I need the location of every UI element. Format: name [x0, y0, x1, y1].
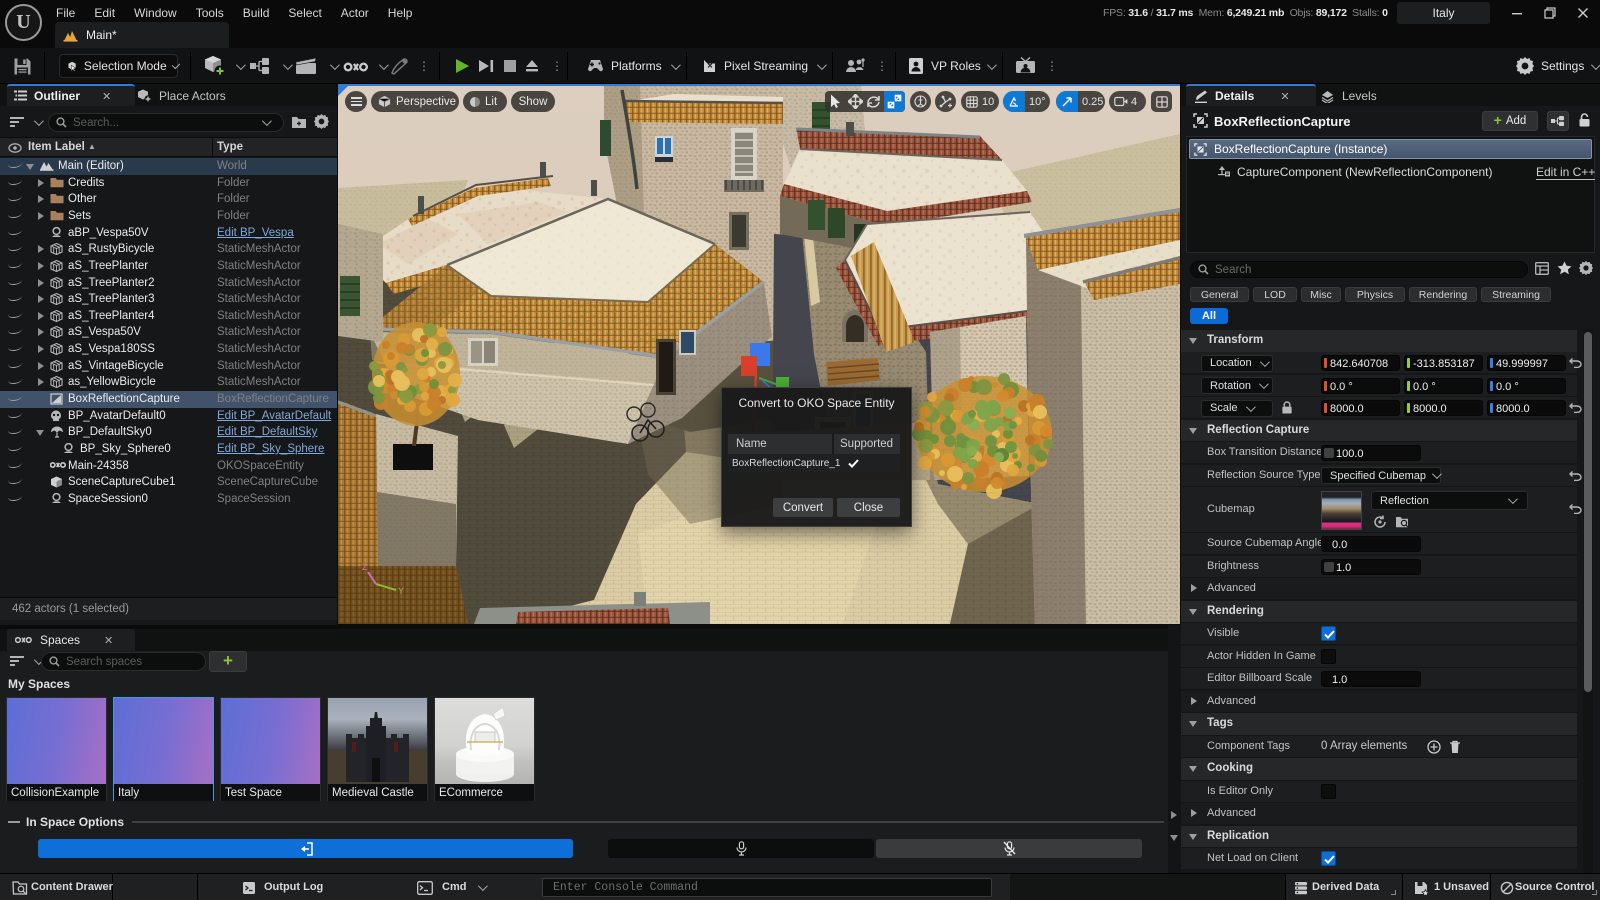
svg-text:Y: Y	[398, 586, 404, 596]
svg-text:Z: Z	[362, 562, 368, 572]
